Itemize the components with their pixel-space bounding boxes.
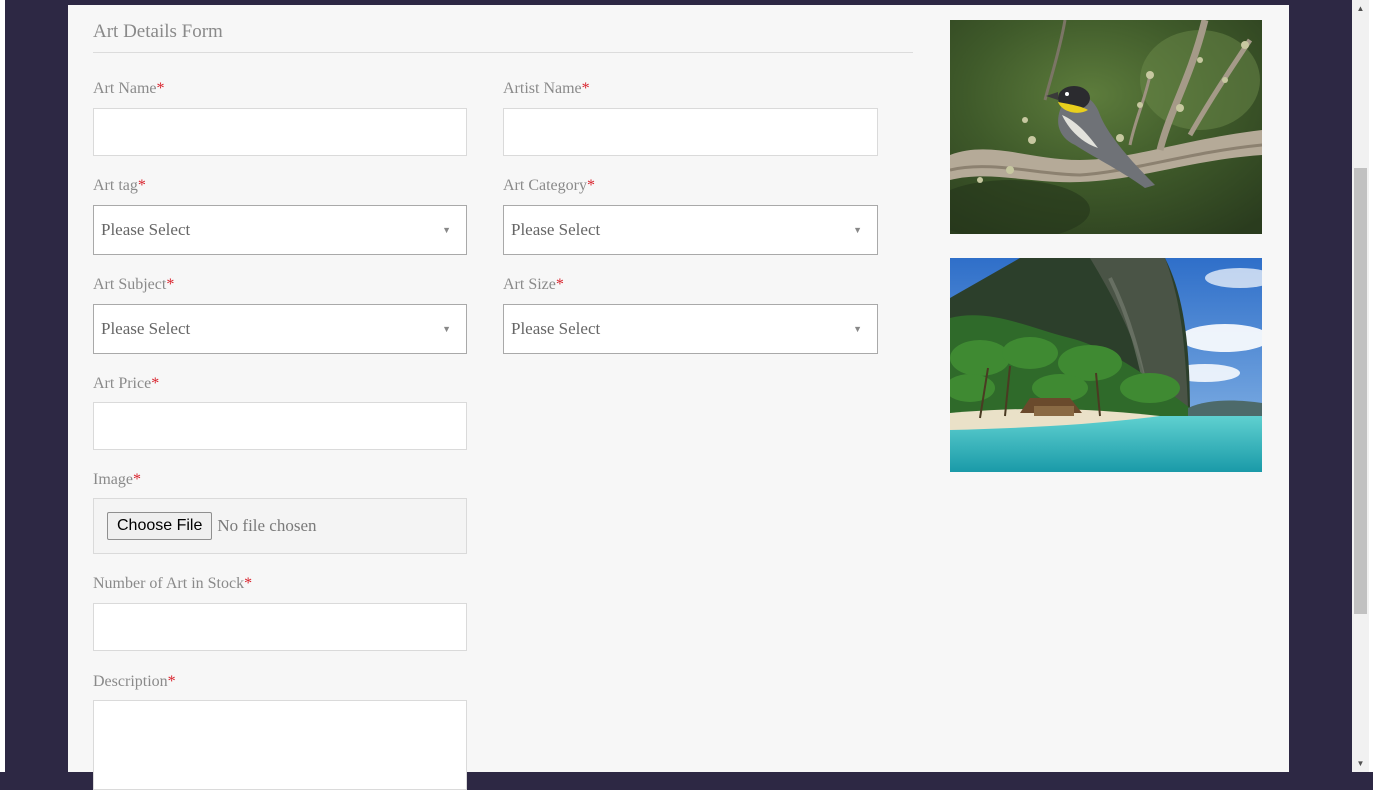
required-mark: * [166, 276, 175, 293]
caret-down-icon: ▼ [853, 225, 862, 235]
art-category-label: Art Category* [503, 177, 595, 194]
left-edge [0, 0, 5, 772]
scrollbar-thumb[interactable] [1354, 168, 1367, 614]
art-size-label: Art Size* [503, 276, 564, 293]
art-tag-selected: Please Select [101, 220, 191, 239]
file-status-text: No file chosen [217, 516, 317, 535]
art-name-input[interactable] [93, 108, 467, 156]
required-mark: * [555, 276, 564, 293]
scroll-down-icon[interactable]: ▼ [1352, 755, 1369, 772]
art-category-select[interactable]: Please Select ▼ [503, 205, 878, 255]
choose-file-button[interactable]: Choose File [107, 512, 213, 540]
image-label: Image* [93, 471, 141, 488]
art-details-page: Art Details Form Art Name* Artist Name* … [68, 5, 1289, 790]
art-size-selected: Please Select [511, 319, 601, 338]
required-mark: * [244, 575, 253, 592]
art-price-label: Art Price* [93, 375, 160, 392]
beach-image [950, 258, 1262, 472]
stock-input[interactable] [93, 603, 467, 651]
required-mark: * [137, 177, 146, 194]
art-subject-selected: Please Select [101, 319, 191, 338]
scroll-up-icon[interactable]: ▲ [1352, 0, 1369, 17]
caret-down-icon: ▼ [442, 225, 451, 235]
required-mark: * [167, 673, 176, 690]
caret-down-icon: ▼ [853, 324, 862, 334]
stock-label: Number of Art in Stock* [93, 575, 253, 592]
form-title: Art Details Form [93, 21, 223, 42]
required-mark: * [156, 80, 165, 97]
art-tag-select[interactable]: Please Select ▼ [93, 205, 467, 255]
art-tag-label: Art tag* [93, 177, 146, 194]
art-name-label: Art Name* [93, 80, 165, 97]
required-mark: * [132, 471, 141, 488]
title-divider [93, 52, 913, 53]
artist-name-input[interactable] [503, 108, 878, 156]
required-mark: * [586, 177, 595, 194]
art-price-input[interactable] [93, 402, 467, 450]
art-size-select[interactable]: Please Select ▼ [503, 304, 878, 354]
art-category-selected: Please Select [511, 220, 601, 239]
description-textarea[interactable] [93, 700, 467, 790]
art-subject-select[interactable]: Please Select ▼ [93, 304, 467, 354]
image-file-input: Choose File No file chosen [93, 498, 467, 554]
artist-name-label: Artist Name* [503, 80, 590, 97]
bird-image [950, 20, 1262, 234]
description-label: Description* [93, 673, 176, 690]
right-edge [1369, 0, 1373, 772]
required-mark: * [581, 80, 590, 97]
vertical-scrollbar[interactable]: ▲ ▼ [1352, 0, 1369, 772]
caret-down-icon: ▼ [442, 324, 451, 334]
required-mark: * [151, 375, 160, 392]
art-subject-label: Art Subject* [93, 276, 175, 293]
